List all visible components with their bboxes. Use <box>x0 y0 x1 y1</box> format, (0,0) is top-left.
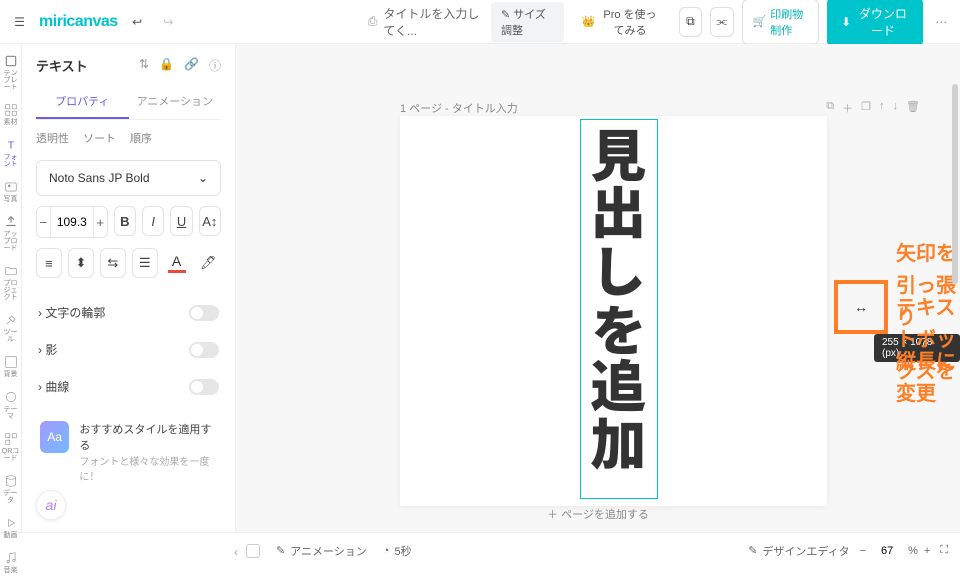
outline-toggle[interactable] <box>189 305 219 321</box>
svg-text:T: T <box>7 140 14 152</box>
editor-label[interactable]: ✎ デザインエディタ <box>748 543 849 559</box>
annotation-3: 縦長に変更 <box>896 346 960 410</box>
sub-sort[interactable]: ソート <box>83 130 116 146</box>
font-select[interactable]: Noto Sans JP Bold ⌄ <box>36 160 221 196</box>
rail-elements[interactable]: 素材 <box>1 99 21 130</box>
spacing-button[interactable]: ⇆ <box>100 248 126 278</box>
page-add[interactable]: ＋ <box>842 100 853 116</box>
rail-video[interactable]: 動画 <box>1 512 21 543</box>
acc-outline[interactable]: › 文字の輪郭 <box>36 294 221 331</box>
rail-music[interactable]: 音楽 <box>1 547 21 578</box>
resize-handle-highlight: ↔ <box>834 280 888 334</box>
link-icon[interactable]: 🔗 <box>184 57 199 74</box>
text-content[interactable]: 見出しを追加 <box>581 120 654 498</box>
highlighter-button[interactable]: 🖊 <box>195 248 221 278</box>
rail-data[interactable]: データ <box>1 470 21 508</box>
rail-theme[interactable]: テーマ <box>1 386 21 424</box>
list-button[interactable]: ☰ <box>132 248 158 278</box>
italic-button[interactable]: I <box>142 206 164 236</box>
page-thumb[interactable] <box>246 544 260 558</box>
add-page-button[interactable]: ＋ ページを追加する <box>547 506 649 522</box>
align-vertical[interactable]: ⬍ <box>68 248 94 278</box>
style-recommend[interactable]: Aa おすすめスタイルを適用するフォントと様々な効果を一度に！ <box>36 411 221 493</box>
rail-text[interactable]: Tフォント <box>1 134 21 172</box>
zoom-out[interactable]: − <box>860 545 866 557</box>
lock-icon[interactable]: 🔒 <box>159 57 174 74</box>
tab-animation[interactable]: アニメーション <box>129 85 222 119</box>
acc-shadow[interactable]: › 影 <box>36 331 221 368</box>
page-delete[interactable]: 🗑 <box>906 100 920 116</box>
ai-button[interactable]: ai <box>36 490 66 520</box>
doc-title[interactable]: タイトルを入力してく... <box>383 5 485 39</box>
canvas-area[interactable]: 1 ページ - タイトル入力 ⧉ ＋ ❐ ↑ ↓ 🗑 見出しを追加 ↔ 255 … <box>236 44 960 532</box>
bold-button[interactable]: B <box>114 206 136 236</box>
app-logo: miricanvas <box>39 13 118 31</box>
shadow-toggle[interactable] <box>189 342 219 358</box>
page-label: 1 ページ - タイトル入力 <box>400 100 518 116</box>
undo-button[interactable]: ↩ <box>126 8 149 36</box>
save-icon: ⎙ <box>368 14 378 29</box>
size-minus[interactable]: − <box>37 207 50 237</box>
duration[interactable]: ◔ 5秒 <box>383 543 412 559</box>
rail-upload[interactable]: アップロード <box>1 211 21 256</box>
rail-bg[interactable]: 背景 <box>1 351 21 382</box>
sub-transparency[interactable]: 透明性 <box>36 130 69 146</box>
vertical-button[interactable]: A↕ <box>199 206 221 236</box>
rail-qr[interactable]: QRコード <box>1 428 21 466</box>
more-button[interactable]: ⋯ <box>931 8 952 36</box>
page-up[interactable]: ↑ <box>879 100 885 116</box>
zoom-in[interactable]: + <box>924 545 930 557</box>
menu-icon[interactable]: ☰ <box>8 8 31 36</box>
scrollbar-vertical[interactable] <box>952 84 958 284</box>
font-size-stepper[interactable]: − + <box>36 206 108 238</box>
underline-button[interactable]: U <box>170 206 192 236</box>
page[interactable]: 見出しを追加 <box>400 116 827 506</box>
rail-project[interactable]: プロジェクト <box>1 260 21 305</box>
text-box[interactable]: 見出しを追加 <box>580 119 658 499</box>
sort-icon[interactable]: ⇅ <box>139 57 149 74</box>
fullscreen-icon[interactable]: ⛶ <box>940 544 948 557</box>
page-dup[interactable]: ❐ <box>861 100 871 116</box>
rail-template[interactable]: テンプレート <box>1 50 21 95</box>
text-color[interactable]: A <box>164 248 190 278</box>
tab-property[interactable]: プロパティ <box>36 85 129 119</box>
panel-collapse[interactable]: ‹ <box>224 540 248 564</box>
resize-handle-icon[interactable]: ↔ <box>854 299 868 315</box>
zoom-pct: % <box>908 545 918 557</box>
sub-order[interactable]: 順序 <box>130 130 152 146</box>
rail-tool[interactable]: ツール <box>1 309 21 347</box>
resize-button[interactable]: ✎ サイズ調整 <box>491 2 564 42</box>
panel-title: テキスト <box>36 56 88 75</box>
page-down[interactable]: ↓ <box>893 100 899 116</box>
acc-curve[interactable]: › 曲線 <box>36 368 221 405</box>
align-left[interactable]: ≡ <box>36 248 62 278</box>
page-copy[interactable]: ⧉ <box>826 100 834 116</box>
chevron-down-icon: ⌄ <box>198 171 208 185</box>
info-icon[interactable]: ⓘ <box>209 57 221 74</box>
print-button[interactable]: 🛒 印刷物制作 <box>742 0 820 45</box>
text-panel: テキスト ⇅ 🔒 🔗 ⓘ プロパティ アニメーション 透明性 ソート 順序 No… <box>22 44 236 532</box>
rail-photo[interactable]: 写真 <box>1 176 21 207</box>
anim-button[interactable]: ✎ アニメーション <box>276 543 367 559</box>
download-button[interactable]: ⬇ ダウンロード <box>827 0 922 47</box>
copy-button[interactable]: ⧉ <box>679 7 702 37</box>
share-button[interactable]: ⫘ <box>710 7 733 37</box>
left-rail: テンプレート 素材 Tフォント 写真 アップロード プロジェクト ツール 背景 … <box>0 44 22 532</box>
redo-button[interactable]: ↪ <box>157 8 180 36</box>
curve-toggle[interactable] <box>189 379 219 395</box>
size-input[interactable] <box>50 207 94 237</box>
size-plus[interactable]: + <box>94 207 107 237</box>
pro-button[interactable]: 👑 Pro を使ってみる <box>572 0 671 44</box>
zoom-input[interactable] <box>872 545 902 557</box>
